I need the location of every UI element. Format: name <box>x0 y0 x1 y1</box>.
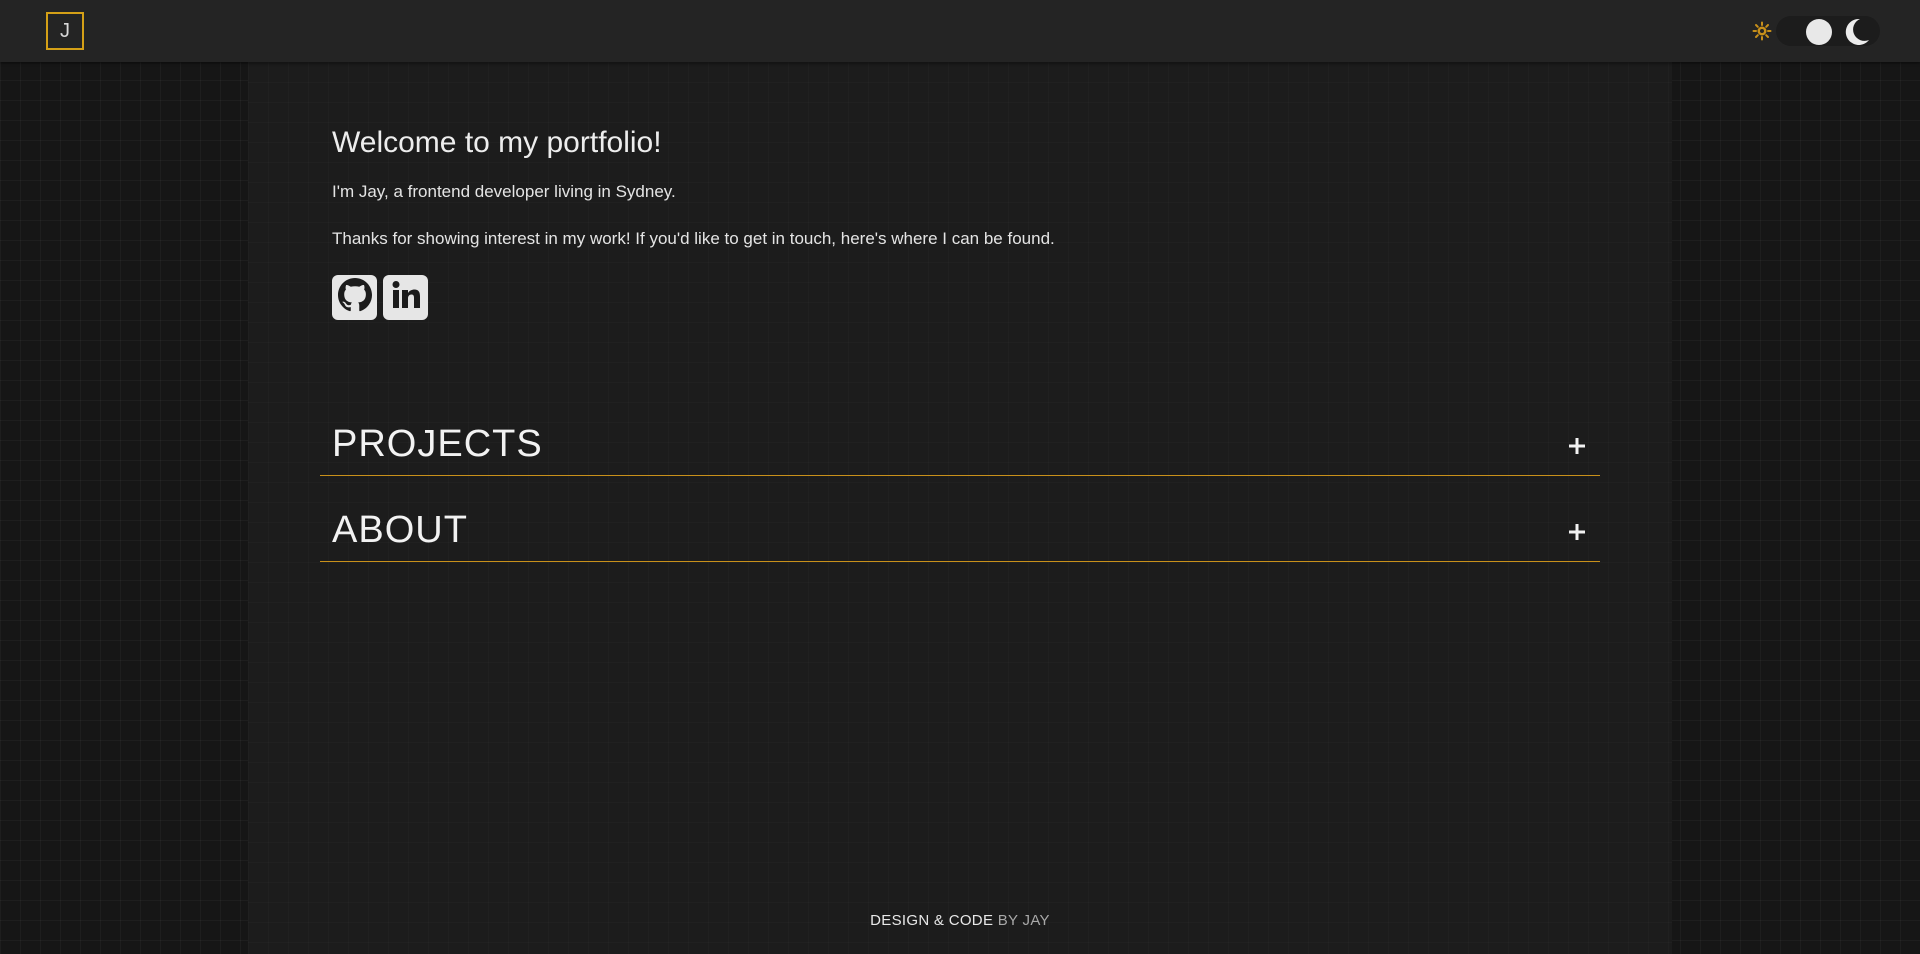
footer-by-jay: BY JAY <box>997 912 1050 929</box>
github-icon <box>337 278 372 317</box>
linkedin-icon <box>389 278 423 317</box>
github-link[interactable] <box>332 275 377 320</box>
about-section-toggle[interactable]: ABOUT <box>320 478 1600 562</box>
home-logo-button[interactable]: J <box>46 12 84 50</box>
plus-icon[interactable] <box>1568 523 1586 541</box>
top-navigation-bar: J <box>0 0 1920 62</box>
intro-text: I'm Jay, a frontend developer living in … <box>332 182 676 201</box>
theme-toggle[interactable] <box>1752 13 1880 49</box>
social-links <box>332 275 428 320</box>
projects-section-toggle[interactable]: PROJECTS <box>320 392 1600 476</box>
sun-icon <box>1752 21 1772 46</box>
moon-icon <box>1840 16 1872 53</box>
main-content: Welcome to my portfolio! I'm Jay, a fron… <box>248 62 1672 954</box>
linkedin-link[interactable] <box>383 275 428 320</box>
footer-credit: DESIGN & CODE BY JAY <box>248 912 1672 929</box>
projects-heading: PROJECTS <box>332 423 543 465</box>
footer-design-code: DESIGN & CODE <box>870 912 994 929</box>
toggle-knob[interactable] <box>1806 19 1832 45</box>
about-heading: ABOUT <box>332 509 468 551</box>
logo-letter: J <box>60 19 70 42</box>
contact-text: Thanks for showing interest in my work! … <box>332 229 1055 248</box>
plus-icon[interactable] <box>1568 437 1586 455</box>
page-title: Welcome to my portfolio! <box>332 126 662 159</box>
